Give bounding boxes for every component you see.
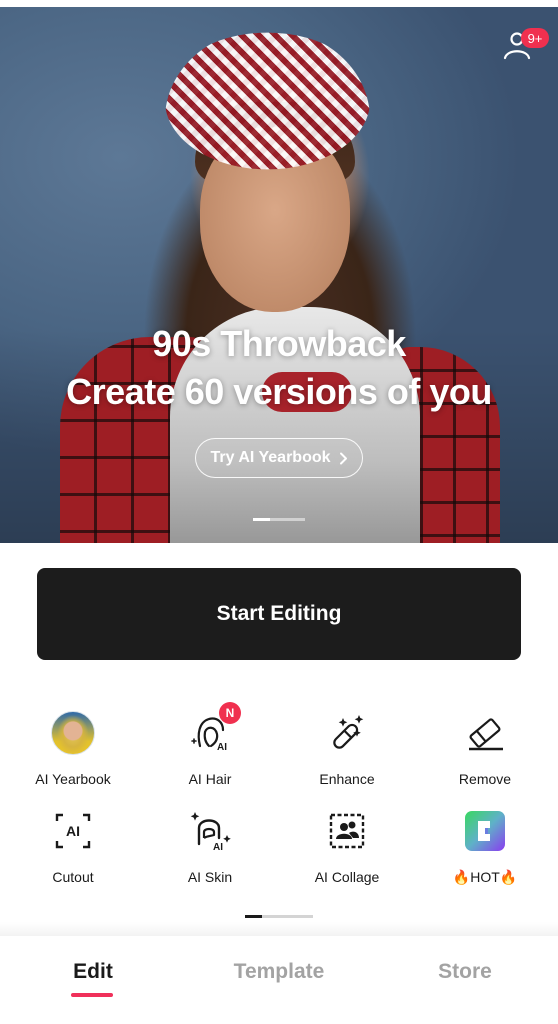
tool-cutout[interactable]: AI Cutout bbox=[4, 806, 142, 896]
tool-label: Cutout bbox=[52, 869, 94, 885]
ai-yearbook-avatar bbox=[51, 711, 95, 755]
pager-indicator-track bbox=[262, 915, 313, 918]
new-badge: N bbox=[219, 702, 241, 724]
bottom-nav: Edit Template Store bbox=[0, 936, 558, 1024]
tools-pager-indicator bbox=[245, 915, 313, 918]
tool-ai-skin[interactable]: AI AI Skin bbox=[141, 806, 279, 896]
svg-text:AI: AI bbox=[66, 823, 80, 839]
tab-template[interactable]: Template bbox=[209, 960, 349, 984]
tab-edit[interactable]: Edit bbox=[23, 960, 163, 984]
try-ai-yearbook-button[interactable]: Try AI Yearbook bbox=[195, 438, 363, 478]
hero-title: 90s Throwback bbox=[152, 323, 406, 364]
tool-ai-collage[interactable]: AI Collage bbox=[278, 806, 416, 896]
start-editing-button[interactable]: Start Editing bbox=[37, 568, 521, 660]
svg-text:AI: AI bbox=[217, 742, 227, 753]
hero-subtitle: Create 60 versions of you bbox=[66, 371, 492, 412]
tool-label: 🔥HOT🔥 bbox=[452, 869, 518, 885]
hot-app-icon bbox=[465, 811, 505, 851]
pager-indicator-active bbox=[245, 915, 262, 918]
bottom-nav-shadow bbox=[0, 922, 558, 936]
ai-skin-icon: AI bbox=[190, 812, 231, 853]
svg-text:AI: AI bbox=[213, 842, 223, 853]
tool-label: AI Yearbook bbox=[35, 771, 111, 787]
tool-enhance[interactable]: Enhance bbox=[278, 708, 416, 798]
tool-label: Enhance bbox=[319, 771, 375, 787]
tool-label: Remove bbox=[458, 771, 512, 787]
tool-label: AI Collage bbox=[314, 869, 380, 885]
carousel-indicator-active bbox=[253, 518, 270, 521]
tool-ai-yearbook[interactable]: AI Yearbook bbox=[4, 708, 142, 798]
tool-label: AI Hair bbox=[188, 771, 232, 787]
tool-label: AI Skin bbox=[187, 869, 233, 885]
chevron-right-icon bbox=[339, 452, 347, 464]
notification-badge: 9+ bbox=[521, 28, 549, 48]
tool-ai-hair[interactable]: AI N AI Hair bbox=[141, 702, 279, 798]
tool-hot[interactable]: 🔥HOT🔥 bbox=[416, 806, 554, 896]
magic-wand-icon bbox=[333, 715, 364, 749]
ai-cutout-icon: AI bbox=[55, 813, 91, 849]
collage-icon bbox=[329, 813, 365, 849]
tool-remove[interactable]: Remove bbox=[416, 708, 554, 798]
carousel-indicator-track bbox=[270, 518, 305, 521]
hero-carousel-indicator bbox=[253, 518, 305, 521]
eraser-icon bbox=[469, 718, 503, 751]
active-tab-indicator bbox=[71, 993, 113, 997]
try-ai-yearbook-label: Try AI Yearbook bbox=[210, 449, 331, 466]
tab-store[interactable]: Store bbox=[395, 960, 535, 984]
